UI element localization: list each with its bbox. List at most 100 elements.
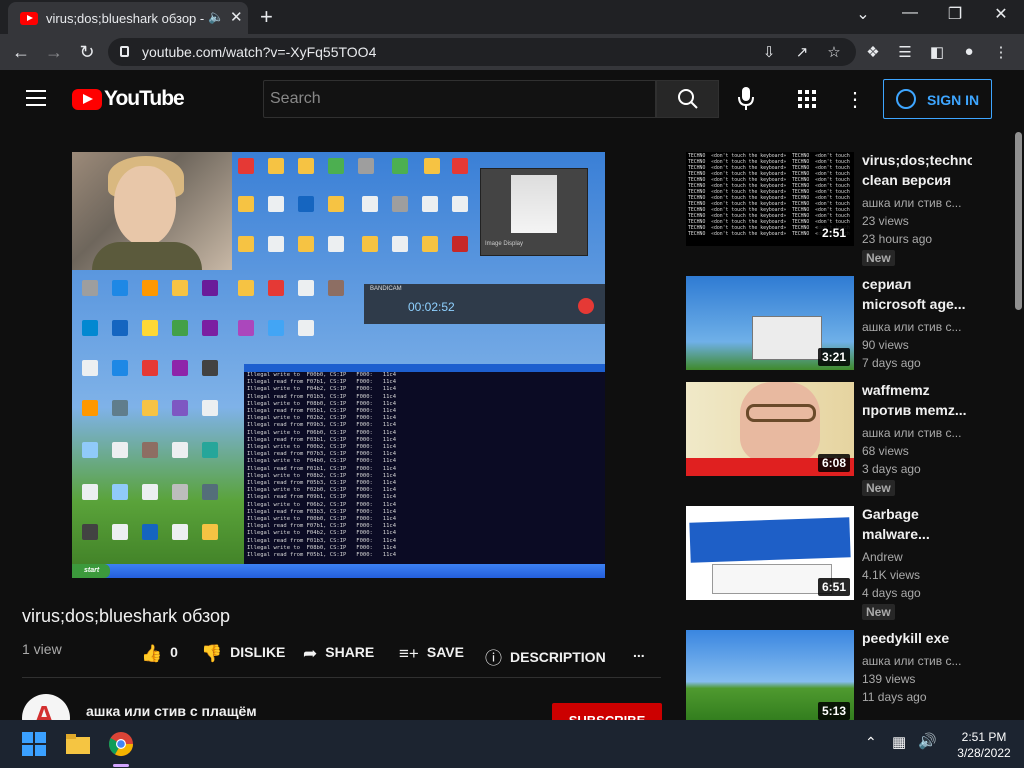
forward-arrow-icon[interactable]: → xyxy=(42,42,66,63)
recommendation-channel[interactable]: ашка или стив с... xyxy=(862,196,961,210)
sign-in-button[interactable]: SIGN IN xyxy=(883,79,992,119)
windows-start-icon[interactable] xyxy=(20,730,48,758)
xp-start-button: start xyxy=(72,564,110,578)
desktop-icon xyxy=(268,280,284,296)
recommendation-channel[interactable]: ашка или стив с... xyxy=(862,654,961,668)
recommendation-item[interactable]: 6:08 waffmemz против memz... ашка или ст… xyxy=(686,380,986,496)
desktop-icon xyxy=(82,442,98,458)
tab-search-icon[interactable]: ⌄ xyxy=(848,4,878,24)
audio-playing-icon[interactable]: 🔈 xyxy=(208,9,224,25)
video-title: virus;dos;blueshark обзор xyxy=(22,606,231,626)
recommendation-thumbnail[interactable]: TECHNO «don't touch the keyboard» TECHNO… xyxy=(686,152,854,246)
back-arrow-icon[interactable]: ← xyxy=(9,42,33,63)
search-button[interactable] xyxy=(656,80,719,118)
recommendation-thumbnail[interactable]: 3:21 xyxy=(686,276,854,370)
image-display-caption: Image Display xyxy=(485,241,524,247)
youtube-logo-text[interactable]: YouTube xyxy=(104,87,185,111)
desktop-icon xyxy=(112,484,128,500)
close-window-button[interactable]: ✕ xyxy=(986,4,1016,24)
desktop-icon xyxy=(82,400,98,416)
system-clock[interactable]: 2:51 PM 3/28/2022 xyxy=(944,729,1024,761)
recommendation-age: 4 days ago xyxy=(862,586,921,600)
reload-icon[interactable]: ↻ xyxy=(75,42,99,63)
extensions-puzzle-icon[interactable]: ❖ xyxy=(862,43,884,61)
hamburger-menu-icon[interactable] xyxy=(26,90,46,106)
more-actions-icon[interactable]: ... xyxy=(633,644,645,660)
recommendation-item[interactable]: 6:51 Garbage malware... Andrew 4.1K view… xyxy=(686,504,986,620)
desktop-icon xyxy=(172,320,188,336)
recommendation-title[interactable]: сериал microsoft age... xyxy=(862,274,972,314)
close-tab-icon[interactable]: ✕ xyxy=(230,8,243,26)
recommendation-channel[interactable]: ашка или стив с... xyxy=(862,426,961,440)
desktop-icon xyxy=(238,196,254,212)
install-app-icon[interactable]: ⇩ xyxy=(758,43,780,61)
windows-taskbar: ⌃ ▦ 🔊 xyxy=(0,720,1024,768)
desktop-icon xyxy=(298,196,314,212)
desktop-icon xyxy=(238,236,254,252)
desktop-icon xyxy=(358,158,374,174)
apps-grid-icon[interactable] xyxy=(798,90,816,108)
recommendation-thumbnail[interactable]: 5:13 xyxy=(686,630,854,724)
youtube-logo-icon[interactable] xyxy=(72,89,102,110)
volume-icon[interactable]: 🔊 xyxy=(918,732,937,750)
share-button[interactable]: ➦ SHARE xyxy=(303,644,374,664)
restore-button[interactable]: ❐ xyxy=(940,4,970,24)
video-player[interactable]: Image Display BANDICAM 00:02:52 Illegal … xyxy=(72,152,605,578)
browser-tab[interactable]: virus;dos;blueshark обзор - YouTube 🔈 ✕ xyxy=(8,2,248,34)
chrome-icon[interactable] xyxy=(107,730,135,758)
recommendation-channel[interactable]: Andrew xyxy=(862,550,903,564)
desktop-icon xyxy=(82,484,98,500)
page-scrollbar[interactable] xyxy=(1013,128,1024,720)
desktop-icon xyxy=(268,196,284,212)
chrome-menu-icon[interactable]: ⋮ xyxy=(990,43,1012,61)
channel-name[interactable]: ашка или стив с плащём xyxy=(86,703,257,719)
desktop-icon xyxy=(82,360,98,376)
share-label: SHARE xyxy=(325,644,375,660)
desktop-icon xyxy=(238,320,254,336)
show-hidden-icons-chevron-icon[interactable]: ⌃ xyxy=(865,734,877,751)
microphone-icon[interactable] xyxy=(738,87,754,111)
desktop-icon xyxy=(298,280,314,296)
desktop-icon xyxy=(202,484,218,500)
desktop-icon xyxy=(142,360,158,376)
address-bar[interactable]: youtube.com/watch?v=-XyFq55TOO4 ⇩ ↗ ☆ xyxy=(108,38,856,66)
video-duration: 6:51 xyxy=(817,578,850,596)
recommendation-title[interactable]: Garbage malware... xyxy=(862,504,972,544)
lock-icon[interactable] xyxy=(120,46,129,57)
recommendation-thumbnail[interactable]: 6:51 xyxy=(686,506,854,600)
recommendation-title[interactable]: peedykill exe xyxy=(862,628,972,648)
desktop-icon xyxy=(202,360,218,376)
bookmark-star-icon[interactable]: ☆ xyxy=(823,43,845,61)
url-text[interactable]: youtube.com/watch?v=-XyFq55TOO4 xyxy=(142,44,376,60)
dislike-button[interactable]: 👎 DISLIKE xyxy=(201,644,285,664)
desktop-icon xyxy=(392,158,408,174)
media-control-icon[interactable]: ☰ xyxy=(894,43,916,61)
recommendation-title[interactable]: virus;dos;techno clean версия xyxy=(862,150,972,190)
recommendation-channel[interactable]: ашка или стив с... xyxy=(862,320,961,334)
recommendation-item[interactable]: 3:21 сериал microsoft age... ашка или ст… xyxy=(686,276,986,386)
new-tab-button[interactable]: + xyxy=(260,4,273,30)
recommendation-item[interactable]: TECHNO «don't touch the keyboard» TECHNO… xyxy=(686,150,986,266)
profile-icon[interactable]: ● xyxy=(958,43,980,60)
share-icon[interactable]: ↗ xyxy=(791,43,813,61)
thumbs-up-icon: 👍 xyxy=(141,644,163,663)
save-button[interactable]: ≡+ SAVE xyxy=(399,644,464,664)
desktop-icon xyxy=(82,280,98,296)
recommendation-age: 3 days ago xyxy=(862,462,921,476)
desktop-icon xyxy=(142,280,158,296)
desktop-icon xyxy=(392,196,408,212)
recommendation-title[interactable]: waffmemz против memz... xyxy=(862,380,972,420)
like-button[interactable]: 👍 0 xyxy=(141,644,178,664)
desktop-icon xyxy=(82,524,98,540)
desktop-icon xyxy=(112,320,128,336)
recommendation-thumbnail[interactable]: 6:08 xyxy=(686,382,854,476)
settings-more-icon[interactable]: ⋮ xyxy=(842,87,868,112)
desktop-icon xyxy=(82,320,98,336)
side-panel-icon[interactable]: ◧ xyxy=(926,43,948,61)
network-icon[interactable]: ▦ xyxy=(892,733,906,751)
file-explorer-icon[interactable] xyxy=(64,730,92,758)
scrollbar-thumb[interactable] xyxy=(1015,132,1022,310)
minimize-button[interactable]: — xyxy=(895,4,925,22)
description-button[interactable]: ⓘ DESCRIPTION xyxy=(485,644,606,669)
search-input[interactable]: Search xyxy=(263,80,656,118)
